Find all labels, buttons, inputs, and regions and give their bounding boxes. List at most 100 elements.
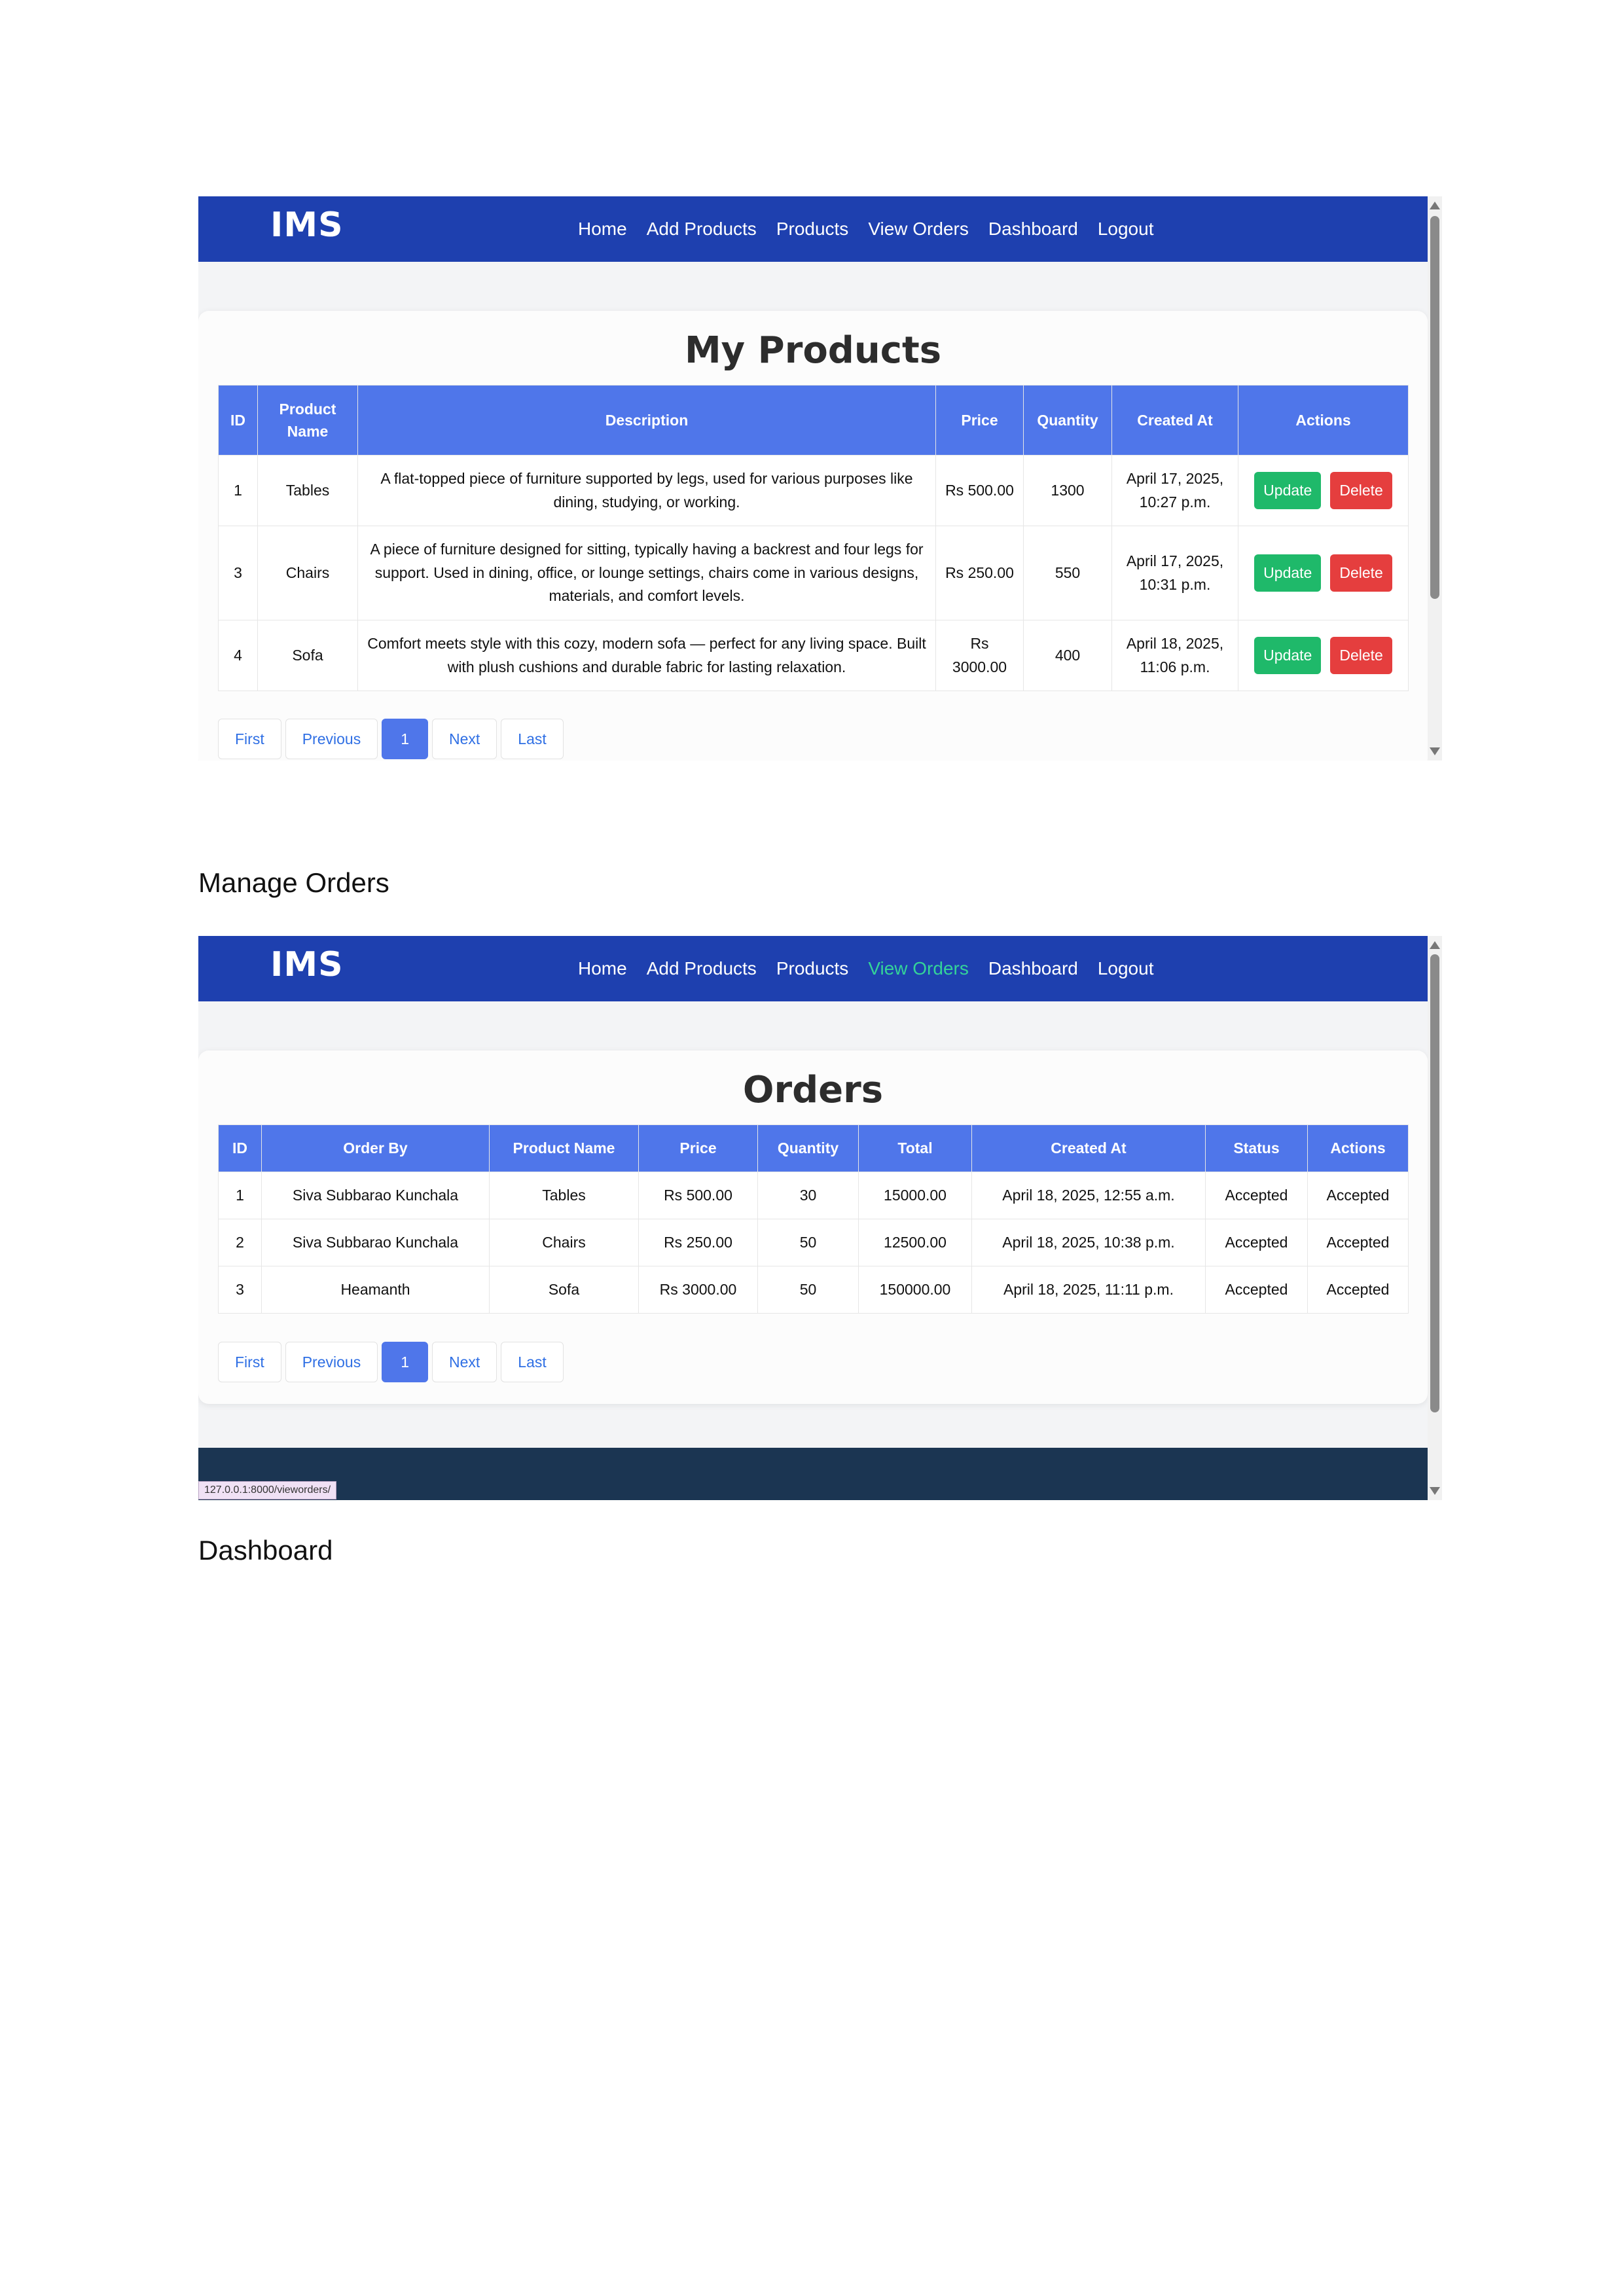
table-row: 3 Heamanth Sofa Rs 3000.00 50 150000.00 … — [218, 1266, 1409, 1314]
nav-add-products[interactable]: Add Products — [647, 958, 757, 979]
cell-created-at: April 18, 2025, 12:55 a.m. — [971, 1172, 1206, 1219]
column-header: Order By — [261, 1124, 490, 1172]
section-heading-dashboard: Dashboard — [198, 1535, 333, 1566]
table-row: 1 Tables A flat-topped piece of furnitur… — [218, 455, 1409, 526]
scroll-up-arrow-icon[interactable] — [1430, 202, 1440, 209]
column-header: Product Name — [489, 1124, 639, 1172]
cell-price: Rs 3000.00 — [638, 1266, 758, 1314]
page-last-button[interactable]: Last — [501, 1342, 564, 1382]
pagination: First Previous 1 Next Last — [218, 1342, 564, 1382]
page-last-button[interactable]: Last — [501, 719, 564, 759]
scroll-down-arrow-icon[interactable] — [1430, 747, 1440, 755]
cell-order-by: Siva Subbarao Kunchala — [261, 1219, 490, 1266]
cell-total: 15000.00 — [858, 1172, 972, 1219]
orders-screenshot: IMS Home Add Products Products View Orde… — [198, 936, 1442, 1500]
nav-logout[interactable]: Logout — [1098, 958, 1154, 979]
cell-price: Rs 250.00 — [935, 526, 1024, 620]
nav-dashboard[interactable]: Dashboard — [988, 219, 1078, 240]
navbar: IMS Home Add Products Products View Orde… — [198, 936, 1428, 1001]
page-previous-button[interactable]: Previous — [285, 1342, 378, 1382]
page-footer — [198, 1448, 1428, 1500]
products-card: My Products ID Product Name Description … — [198, 311, 1428, 761]
page-first-button[interactable]: First — [218, 719, 281, 759]
table-row: 3 Chairs A piece of furniture designed f… — [218, 526, 1409, 620]
table-row: 2 Siva Subbarao Kunchala Chairs Rs 250.0… — [218, 1219, 1409, 1266]
scrollbar-thumb[interactable] — [1430, 216, 1439, 599]
nav-home[interactable]: Home — [578, 958, 627, 979]
cell-quantity: 30 — [757, 1172, 859, 1219]
cell-id: 1 — [218, 1172, 262, 1219]
cell-status: Accepted — [1205, 1172, 1308, 1219]
update-button[interactable]: Update — [1254, 472, 1322, 509]
cell-order-by: Siva Subbarao Kunchala — [261, 1172, 490, 1219]
page-next-button[interactable]: Next — [432, 719, 497, 759]
cell-description: A piece of furniture designed for sittin… — [357, 526, 936, 620]
table-row: 1 Siva Subbarao Kunchala Tables Rs 500.0… — [218, 1172, 1409, 1219]
column-header: Total — [858, 1124, 972, 1172]
page-current-button[interactable]: 1 — [382, 1342, 428, 1382]
scroll-down-arrow-icon[interactable] — [1430, 1487, 1440, 1495]
nav-dashboard[interactable]: Dashboard — [988, 958, 1078, 979]
column-header: Actions — [1307, 1124, 1409, 1172]
page-title: My Products — [684, 329, 942, 372]
cell-status: Accepted — [1205, 1219, 1308, 1266]
delete-button[interactable]: Delete — [1330, 472, 1392, 509]
nav-links: Home Add Products Products View Orders D… — [578, 196, 1153, 262]
scrollbar-thumb[interactable] — [1430, 954, 1439, 1412]
cell-name: Chairs — [257, 526, 358, 620]
scroll-up-arrow-icon[interactable] — [1430, 941, 1440, 949]
brand-logo[interactable]: IMS — [270, 945, 344, 984]
cell-quantity: 50 — [757, 1266, 859, 1314]
column-header: Price — [638, 1124, 758, 1172]
column-header: Actions — [1238, 385, 1409, 456]
cell-quantity: 550 — [1023, 526, 1112, 620]
cell-created-at: April 17, 2025, 10:31 p.m. — [1111, 526, 1238, 620]
cell-actions: Update Delete — [1238, 455, 1409, 526]
cell-quantity: 1300 — [1023, 455, 1112, 526]
cell-created-at: April 18, 2025, 10:38 p.m. — [971, 1219, 1206, 1266]
table-row: 4 Sofa Comfort meets style with this coz… — [218, 620, 1409, 691]
update-button[interactable]: Update — [1254, 554, 1322, 592]
navbar: IMS Home Add Products Products View Orde… — [198, 196, 1428, 262]
delete-button[interactable]: Delete — [1330, 637, 1392, 674]
cell-created-at: April 18, 2025, 11:11 p.m. — [971, 1266, 1206, 1314]
orders-table: ID Order By Product Name Price Quantity … — [218, 1124, 1409, 1314]
column-header: Created At — [971, 1124, 1206, 1172]
status-bar-url: 127.0.0.1:8000/vieworders/ — [198, 1481, 337, 1499]
nav-add-products[interactable]: Add Products — [647, 219, 757, 240]
page-previous-button[interactable]: Previous — [285, 719, 378, 759]
cell-action: Accepted — [1307, 1266, 1409, 1314]
column-header: Status — [1205, 1124, 1308, 1172]
nav-products[interactable]: Products — [776, 219, 849, 240]
delete-button[interactable]: Delete — [1330, 554, 1392, 592]
brand-logo[interactable]: IMS — [270, 206, 344, 245]
nav-products[interactable]: Products — [776, 958, 849, 979]
nav-home[interactable]: Home — [578, 219, 627, 240]
scrollbar[interactable] — [1428, 936, 1442, 1500]
section-heading-manage-orders: Manage Orders — [198, 867, 389, 898]
products-table: ID Product Name Description Price Quanti… — [218, 385, 1409, 691]
cell-quantity: 400 — [1023, 620, 1112, 691]
column-header: ID — [218, 1124, 262, 1172]
table-header-row: ID Order By Product Name Price Quantity … — [218, 1124, 1409, 1172]
products-screenshot: IMS Home Add Products Products View Orde… — [198, 196, 1442, 761]
update-button[interactable]: Update — [1254, 637, 1322, 674]
nav-links: Home Add Products Products View Orders D… — [578, 936, 1153, 1001]
cell-product-name: Sofa — [489, 1266, 639, 1314]
cell-action: Accepted — [1307, 1172, 1409, 1219]
cell-price: Rs 250.00 — [638, 1219, 758, 1266]
nav-view-orders[interactable]: View Orders — [868, 219, 969, 240]
nav-view-orders[interactable]: View Orders — [868, 958, 969, 979]
cell-quantity: 50 — [757, 1219, 859, 1266]
page-current-button[interactable]: 1 — [382, 719, 428, 759]
page-next-button[interactable]: Next — [432, 1342, 497, 1382]
cell-actions: Update Delete — [1238, 620, 1409, 691]
nav-logout[interactable]: Logout — [1098, 219, 1154, 240]
page-first-button[interactable]: First — [218, 1342, 281, 1382]
column-header: Created At — [1111, 385, 1238, 456]
scrollbar[interactable] — [1428, 196, 1442, 761]
cell-status: Accepted — [1205, 1266, 1308, 1314]
cell-name: Sofa — [257, 620, 358, 691]
column-header: ID — [218, 385, 258, 456]
column-header: Price — [935, 385, 1024, 456]
